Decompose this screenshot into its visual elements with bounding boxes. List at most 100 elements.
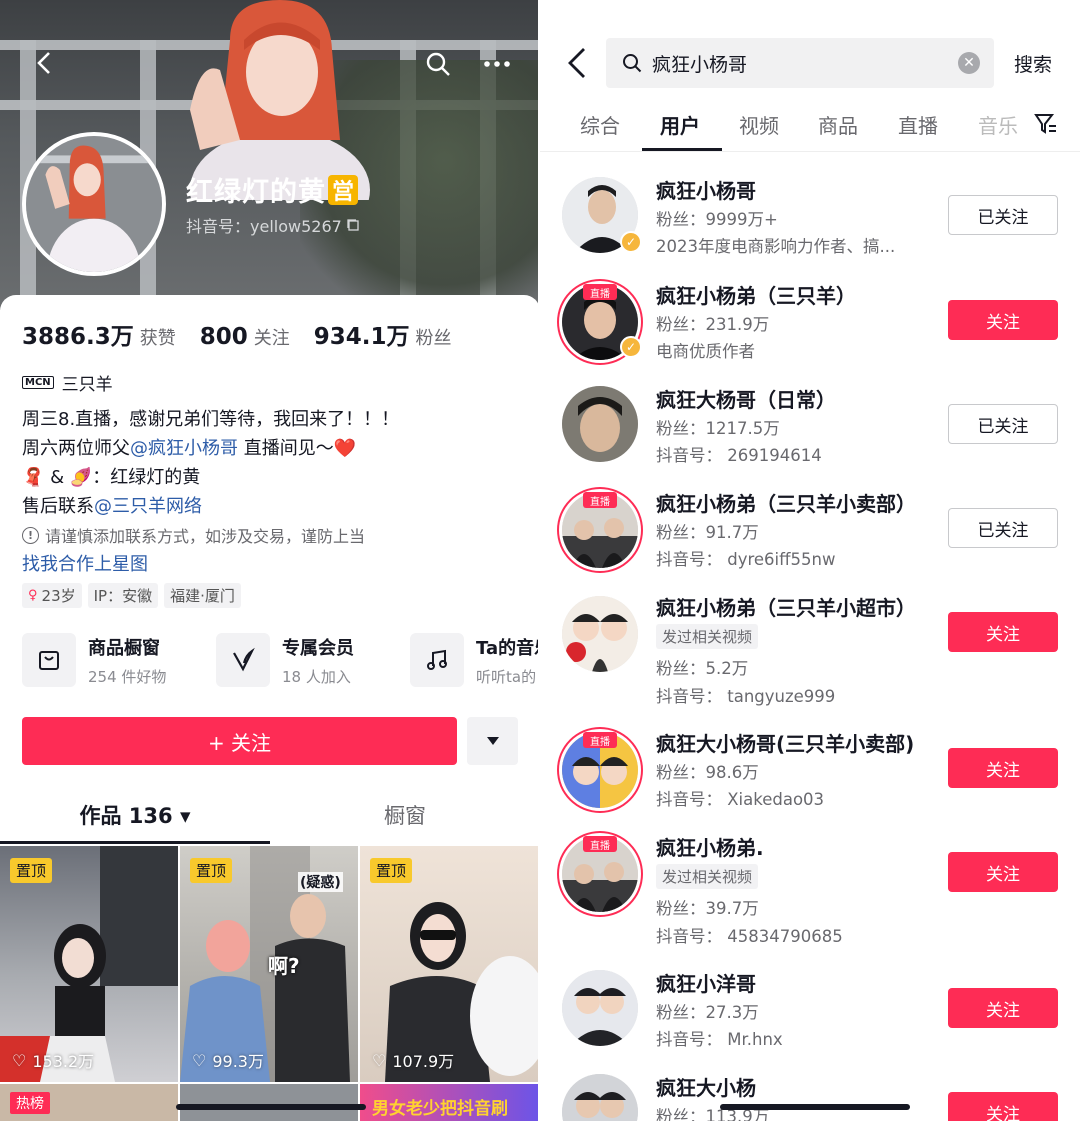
followers-count[interactable]: 934.1万: [314, 317, 410, 351]
user-result-row[interactable]: 疯狂小洋哥 粉丝：27.3万 抖音号： Mr.hnx 关注: [540, 968, 1080, 1072]
mcn-row[interactable]: MCN 三只羊: [22, 370, 113, 395]
user-name: 疯狂小杨弟.: [656, 836, 764, 860]
membership-entry[interactable]: 专属会员 18 人加入: [216, 633, 410, 687]
profile-cover: 红绿灯的黄 営 抖音号：yellow5267: [0, 0, 540, 310]
filter-icon[interactable]: [1034, 112, 1058, 136]
warning-text: 请谨慎添加联系方式，如涉及交易，谨防上当: [45, 527, 366, 546]
back-arrow-icon[interactable]: [564, 45, 592, 81]
user-result-row[interactable]: 疯狂小杨弟（三只羊小超市） 发过相关视频 粉丝：5.2万 抖音号： tangyu…: [540, 592, 1080, 712]
follower-count: 粉丝：1217.5万: [656, 419, 780, 438]
bio-text: 周六两位师父: [22, 438, 130, 459]
douyin-id-text: 抖音号：yellow5267: [186, 217, 342, 236]
tab-music[interactable]: 音乐: [978, 110, 1026, 139]
mention-link[interactable]: @三只羊网络: [94, 496, 202, 517]
tab-shop-window[interactable]: 橱窗: [270, 800, 540, 846]
followers-label[interactable]: 粉丝: [416, 324, 452, 350]
follow-button[interactable]: 关注: [948, 612, 1058, 652]
video-thumbnail[interactable]: 置顶 (疑惑) 啊? ♡ 99.3万: [180, 846, 358, 1082]
live-badge: 直播: [583, 492, 617, 508]
feature-subtitle: 听听ta的: [476, 667, 537, 686]
collab-link[interactable]: 找我合作上星图: [22, 550, 148, 576]
more-options-icon[interactable]: [482, 50, 512, 78]
search-icon: [623, 54, 642, 73]
v-icon: [216, 633, 270, 687]
user-name: 疯狂小洋哥: [656, 972, 756, 996]
followed-button[interactable]: 已关注: [948, 508, 1058, 548]
tab-all[interactable]: 综合: [580, 110, 620, 139]
search-icon[interactable]: [424, 50, 452, 78]
related-video-tag: 发过相关视频: [656, 624, 759, 649]
tab-works[interactable]: 作品 136 ▾: [0, 800, 270, 846]
video-thumbnail[interactable]: [180, 1084, 358, 1121]
follow-button[interactable]: 关注: [948, 988, 1058, 1028]
video-caption: (疑惑): [298, 872, 343, 892]
tab-products[interactable]: 商品: [818, 110, 858, 139]
copy-icon[interactable]: [346, 218, 360, 232]
ip-tag: IP：安徽: [87, 583, 159, 608]
female-icon: ♀: [28, 588, 38, 603]
follower-count: 粉丝：98.6万: [656, 763, 759, 782]
user-result-row[interactable]: 直播 ✓ 疯狂小杨弟（三只羊） 粉丝：231.9万 电商优质作者 关注: [540, 280, 1080, 384]
follow-button[interactable]: 关注: [948, 300, 1058, 340]
user-result-row[interactable]: 疯狂大小杨 粉丝：113.9万 关注: [540, 1072, 1080, 1121]
age-tag: ♀ 23岁: [22, 583, 82, 608]
follow-button[interactable]: + 关注: [22, 717, 457, 765]
shop-window-entry[interactable]: 商品橱窗 254 件好物: [22, 633, 216, 687]
bio-line-1: 周三8.直播，感谢兄弟们等待，我回来了！！！: [22, 409, 400, 430]
profile-stats: 3886.3万 获赞 800 关注 934.1万 粉丝: [22, 317, 476, 351]
user-result-row[interactable]: 直播 疯狂小杨弟（三只羊小卖部） 粉丝：91.7万 抖音号： dyre6iff5…: [540, 488, 1080, 592]
live-badge: 直播: [583, 284, 617, 300]
profile-info-card: 3886.3万 获赞 800 关注 934.1万 粉丝 MCN 三只羊 周三8.…: [0, 295, 540, 1121]
follow-button[interactable]: 关注: [948, 748, 1058, 788]
tab-live[interactable]: 直播: [898, 110, 938, 139]
user-name: 疯狂小杨哥: [656, 179, 756, 203]
search-submit-button[interactable]: 搜索: [1014, 50, 1052, 77]
video-grid: 置顶 ♡ 153.2万 置顶 (疑惑) 啊? ♡ 99.3万 置顶 ♡ 107.9万 …: [0, 846, 540, 1121]
video-thumbnail[interactable]: 置顶 ♡ 153.2万: [0, 846, 178, 1082]
verified-badge-icon: ✓: [620, 336, 642, 358]
avatar[interactable]: [562, 970, 638, 1046]
douyin-id: 抖音号： tangyuze999: [656, 687, 836, 706]
avatar[interactable]: [22, 132, 166, 276]
avatar[interactable]: [562, 1074, 638, 1121]
video-thumbnail[interactable]: 男女老少把抖音刷: [360, 1084, 540, 1121]
mention-link[interactable]: @疯狂小杨哥: [130, 438, 238, 459]
bag-icon: [22, 633, 76, 687]
following-label[interactable]: 关注: [254, 324, 290, 350]
follow-button[interactable]: 关注: [948, 1092, 1058, 1121]
video-thumbnail[interactable]: 热榜: [0, 1084, 178, 1121]
follow-dropdown-button[interactable]: [467, 717, 518, 765]
contact-warning: ! 请谨慎添加联系方式，如涉及交易，谨防上当: [22, 523, 365, 547]
follow-button[interactable]: 关注: [948, 852, 1058, 892]
tab-videos[interactable]: 视频: [739, 110, 779, 139]
home-indicator: [176, 1104, 366, 1110]
followed-button[interactable]: 已关注: [948, 195, 1058, 235]
tab-users[interactable]: 用户: [660, 110, 700, 139]
user-result-row[interactable]: 直播 疯狂大小杨哥(三只羊小卖部) 粉丝：98.6万 抖音号： Xiakedao…: [540, 728, 1080, 832]
related-video-tag: 发过相关视频: [656, 864, 759, 889]
feature-subtitle: 254 件好物: [88, 667, 167, 686]
search-query[interactable]: 疯狂小杨哥: [652, 50, 958, 77]
douyin-id[interactable]: 抖音号：yellow5267: [186, 213, 360, 237]
like-count: ♡ 99.3万: [192, 1050, 264, 1072]
user-name: 疯狂大小杨哥(三只羊小卖部): [656, 732, 915, 756]
bio-line-4: 售后联系@三只羊网络: [22, 492, 202, 518]
douyin-id: 抖音号： Xiakedao03: [656, 790, 825, 809]
user-result-row[interactable]: 直播 疯狂小杨弟. 发过相关视频 粉丝：39.7万 抖音号： 458347906…: [540, 832, 1080, 952]
video-thumbnail[interactable]: 置顶 ♡ 107.9万: [360, 846, 540, 1082]
follower-count: 粉丝：91.7万: [656, 523, 759, 542]
avatar[interactable]: [562, 386, 638, 462]
user-result-row[interactable]: 疯狂大杨哥（日常） 粉丝：1217.5万 抖音号： 269194614 已关注: [540, 384, 1080, 488]
active-tab-indicator: [642, 148, 722, 151]
video-caption: 啊?: [268, 954, 300, 978]
followed-button[interactable]: 已关注: [948, 404, 1058, 444]
avatar[interactable]: [562, 596, 638, 672]
clear-icon[interactable]: ✕: [958, 52, 980, 74]
user-result-row[interactable]: ✓ 疯狂小杨哥 粉丝：9999万+ 2023年度电商影响力作者、搞... 已关注: [540, 175, 1080, 279]
heart-icon: ♡: [12, 1050, 27, 1070]
music-entry[interactable]: Ta的音乐听听ta的: [410, 633, 540, 687]
pinned-badge: 置顶: [10, 858, 53, 883]
back-arrow-icon[interactable]: [30, 48, 60, 78]
following-count[interactable]: 800: [200, 324, 248, 350]
search-input[interactable]: 疯狂小杨哥 ✕: [606, 38, 994, 88]
